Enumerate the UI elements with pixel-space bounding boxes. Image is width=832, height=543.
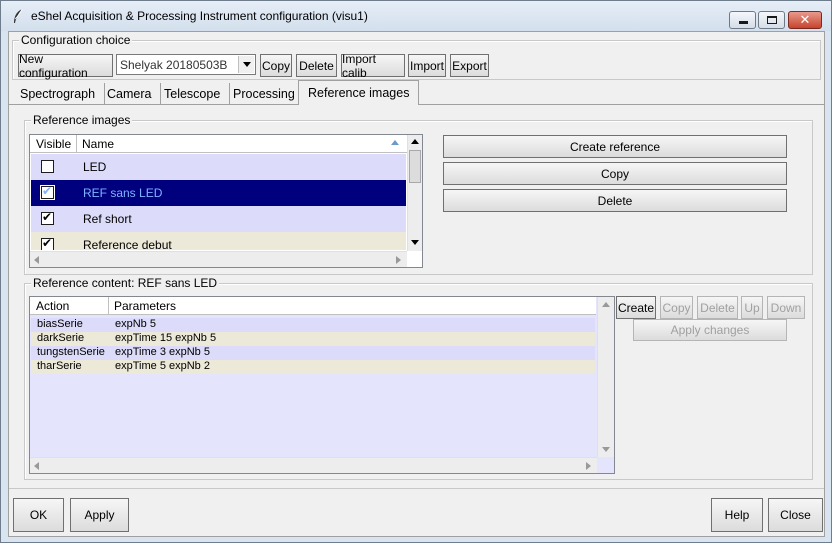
column-separator xyxy=(108,297,109,314)
list-item[interactable]: LED xyxy=(31,154,406,180)
reference-name: LED xyxy=(83,160,107,174)
scroll-left-icon[interactable] xyxy=(34,256,39,264)
footer-separator xyxy=(9,488,824,489)
action-cell: tharSerie xyxy=(37,360,82,372)
maximize-button[interactable] xyxy=(758,11,785,29)
visible-checkbox[interactable] xyxy=(41,236,54,250)
reference-images-header: Visible Name xyxy=(30,135,407,153)
reference-content-header: Action Parameters xyxy=(30,297,596,315)
minimize-icon xyxy=(739,21,748,24)
list-item[interactable]: Reference debut xyxy=(31,232,406,250)
close-window-button[interactable]: ✕ xyxy=(788,11,822,29)
list-item[interactable]: Ref short xyxy=(31,206,406,232)
reference-content-vscroll[interactable] xyxy=(597,297,614,457)
maximize-icon xyxy=(767,16,777,24)
client-area: Configuration choice New configuration S… xyxy=(8,31,825,537)
import-calib-button[interactable]: Import calib xyxy=(341,52,405,80)
parameters-cell: expTime 15 expNb 5 xyxy=(115,332,217,344)
copy-reference-button[interactable]: Copy xyxy=(443,162,787,185)
tab-processing[interactable]: Processing xyxy=(224,83,305,104)
column-parameters[interactable]: Parameters xyxy=(114,299,176,313)
column-visible[interactable]: Visible xyxy=(36,137,71,151)
tab-telescope[interactable]: Telescope xyxy=(155,83,231,104)
table-row[interactable]: tungstenSerie expTime 3 expNb 5 xyxy=(31,346,595,360)
tab-camera[interactable]: Camera xyxy=(98,83,162,104)
help-button[interactable]: Help xyxy=(711,498,763,532)
reference-content-legend: Reference content: REF sans LED xyxy=(31,276,220,290)
table-row[interactable]: tharSerie expTime 5 expNb 2 xyxy=(31,360,595,374)
close-button[interactable]: Close xyxy=(768,498,823,532)
reference-images-hscroll[interactable] xyxy=(30,251,407,267)
parameters-cell: expTime 5 expNb 2 xyxy=(115,360,210,372)
scroll-right-icon[interactable] xyxy=(396,256,401,264)
column-name[interactable]: Name xyxy=(82,137,114,151)
configuration-choice-legend: Configuration choice xyxy=(19,33,133,47)
reference-name: Ref short xyxy=(83,212,132,226)
configuration-select-value: Shelyak 20180503B xyxy=(120,58,228,72)
reference-images-vscroll[interactable] xyxy=(407,135,422,251)
table-row[interactable]: biasSerie expNb 5 xyxy=(31,318,595,332)
list-item-selected[interactable]: REF sans LED xyxy=(31,180,406,206)
column-action[interactable]: Action xyxy=(36,299,69,313)
scroll-up-icon[interactable] xyxy=(411,139,419,144)
table-row[interactable]: darkSerie expTime 15 expNb 5 xyxy=(31,332,595,346)
up-action-button[interactable]: Up xyxy=(741,296,763,319)
visible-checkbox[interactable] xyxy=(41,160,54,173)
action-cell: tungstenSerie xyxy=(37,346,105,358)
action-cell: darkSerie xyxy=(37,332,85,344)
new-configuration-button[interactable]: New configuration xyxy=(18,52,113,80)
column-separator xyxy=(76,135,77,152)
reference-images-legend: Reference images xyxy=(31,113,133,127)
close-icon: ✕ xyxy=(799,12,811,27)
minimize-button[interactable] xyxy=(729,11,756,29)
dropdown-button[interactable] xyxy=(238,56,254,73)
reference-images-body: LED REF sans LED Ref short Reference deb… xyxy=(30,154,407,250)
scroll-up-icon[interactable] xyxy=(602,302,610,307)
sort-ascending-icon xyxy=(391,140,399,145)
scroll-thumb[interactable] xyxy=(409,150,421,183)
title-bar[interactable]: eShel Acquisition & Processing Instrumen… xyxy=(1,1,831,31)
ok-button[interactable]: OK xyxy=(13,498,64,532)
scroll-right-icon[interactable] xyxy=(586,462,591,470)
reference-content-table[interactable]: Action Parameters biasSerie expNb 5 dark… xyxy=(29,296,615,474)
delete-action-button[interactable]: Delete xyxy=(697,296,738,319)
delete-config-button[interactable]: Delete xyxy=(296,54,337,77)
reference-content-body: biasSerie expNb 5 darkSerie expTime 15 e… xyxy=(30,316,596,456)
reference-name: REF sans LED xyxy=(83,186,163,200)
visible-checkbox[interactable] xyxy=(41,210,54,225)
reference-images-list[interactable]: Visible Name LED REF sans LED Ref short xyxy=(29,134,423,268)
parameters-cell: expTime 3 expNb 5 xyxy=(115,346,210,358)
scroll-down-icon[interactable] xyxy=(602,447,610,452)
tab-reference-images[interactable]: Reference images xyxy=(298,80,420,105)
configuration-select[interactable]: Shelyak 20180503B xyxy=(116,54,256,75)
feather-icon xyxy=(14,8,23,23)
export-button[interactable]: Export xyxy=(450,54,489,77)
scroll-down-icon[interactable] xyxy=(411,240,419,245)
copy-config-button[interactable]: Copy xyxy=(260,54,292,77)
copy-action-button[interactable]: Copy xyxy=(660,296,693,319)
reference-name: Reference debut xyxy=(83,238,172,250)
window-title: eShel Acquisition & Processing Instrumen… xyxy=(31,9,368,23)
apply-button[interactable]: Apply xyxy=(70,498,129,532)
chevron-down-icon xyxy=(243,62,251,67)
apply-changes-button[interactable]: Apply changes xyxy=(633,319,787,341)
create-reference-button[interactable]: Create reference xyxy=(443,135,787,158)
visible-checkbox[interactable] xyxy=(41,184,54,199)
main-window: eShel Acquisition & Processing Instrumen… xyxy=(0,0,832,543)
action-cell: biasSerie xyxy=(37,318,83,330)
delete-reference-button[interactable]: Delete xyxy=(443,189,787,212)
parameters-cell: expNb 5 xyxy=(115,318,156,330)
scroll-left-icon[interactable] xyxy=(34,462,39,470)
create-action-button[interactable]: Create xyxy=(616,296,656,319)
tab-spectrograph[interactable]: Spectrograph xyxy=(11,83,106,104)
down-action-button[interactable]: Down xyxy=(767,296,805,319)
import-button[interactable]: Import xyxy=(408,54,446,77)
reference-content-hscroll[interactable] xyxy=(30,457,597,473)
